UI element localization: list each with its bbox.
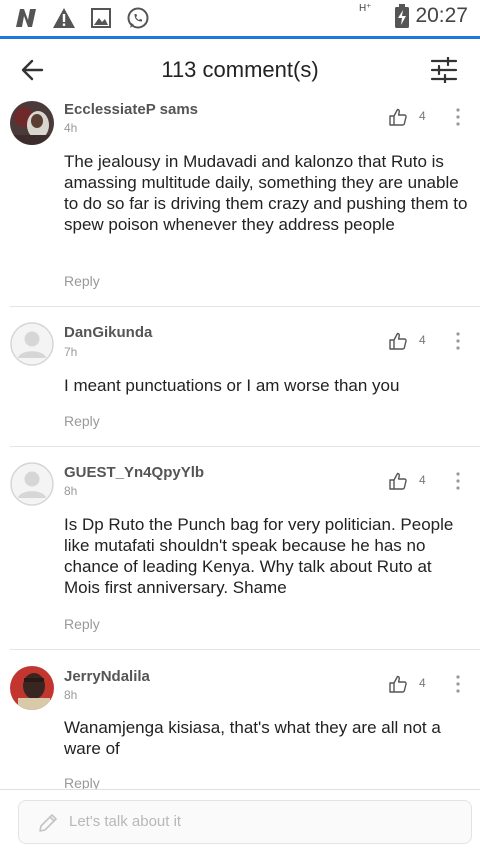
status-right: H⁺ 20:27 [358,2,468,28]
comment-text: The jealousy in Mudavadi and kalonzo tha… [64,152,468,234]
reply-button[interactable]: Reply [64,616,100,632]
comment-item: EcclessiateP sams 4h 4 The jealousy in M… [10,99,480,307]
comment-text: Wanamjenga kisiasa, that's what they are… [64,718,441,758]
avatar[interactable] [10,666,54,710]
notification-n-icon [16,9,36,27]
comment-item: GUEST_Yn4QpyYlb 8h 4 Is Dp Ruto the Punc… [10,447,480,650]
thumbs-up-icon[interactable] [388,331,408,351]
page-title: 113 comment(s) [161,57,319,82]
thumbs-up-icon[interactable] [388,674,408,694]
reply-button[interactable]: Reply [64,775,100,789]
pencil-icon [39,814,57,832]
comment-item: DanGikunda 7h 4 I meant punctuations or … [10,307,480,447]
comment-input-placeholder: Let's talk about it [69,813,182,830]
image-icon [91,8,111,28]
warning-icon [53,8,75,28]
comment-time: 8h [64,688,78,702]
reply-button[interactable]: Reply [64,273,100,289]
comment-item: JerryNdalila 8h 4 Wanamjenga kisiasa, th… [10,650,480,789]
sliders-icon[interactable] [430,57,458,83]
avatar[interactable] [10,101,54,145]
clock: 20:27 [415,4,468,27]
more-options-icon[interactable] [451,674,465,694]
comment-text: I meant punctuations or I am worse than … [64,376,400,395]
more-options-icon[interactable] [451,471,465,491]
status-notifications [14,6,150,30]
comment-author[interactable]: JerryNdalila [64,668,150,685]
like-count: 4 [419,676,426,690]
comment-time: 4h [64,121,78,135]
more-options-icon[interactable] [451,107,465,127]
comment-input[interactable]: Let's talk about it [18,800,472,844]
comment-author[interactable]: GUEST_Yn4QpyYlb [64,464,204,481]
comment-author[interactable]: EcclessiateP sams [64,101,198,118]
avatar[interactable] [10,322,54,366]
thumbs-up-icon[interactable] [388,471,408,491]
reply-button[interactable]: Reply [64,413,100,429]
comment-composer: Let's talk about it [0,789,480,854]
avatar[interactable] [10,462,54,506]
thumbs-up-icon[interactable] [388,107,408,127]
like-count: 4 [419,473,426,487]
status-bar: H⁺ 20:27 [0,0,480,36]
more-options-icon[interactable] [451,331,465,351]
comments-list: EcclessiateP sams 4h 4 The jealousy in M… [0,99,480,789]
network-indicator: H⁺ [358,2,372,14]
whatsapp-icon [127,7,149,29]
like-count: 4 [419,333,426,347]
comment-time: 7h [64,345,78,359]
comment-author[interactable]: DanGikunda [64,324,152,341]
battery-charging-icon [395,4,410,28]
like-count: 4 [419,109,426,123]
comment-time: 8h [64,484,78,498]
header-toolbar: 113 comment(s) [0,39,480,99]
comment-text: Is Dp Ruto the Punch bag for very politi… [64,515,454,597]
